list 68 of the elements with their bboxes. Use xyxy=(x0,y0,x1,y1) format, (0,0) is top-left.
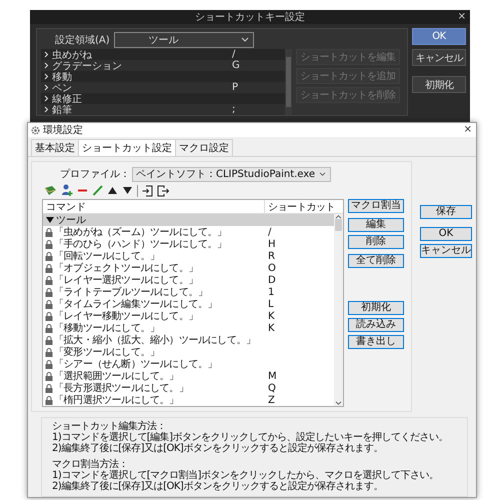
command-row[interactable]: 「ライトテーブルツールにして。」 1 xyxy=(43,286,334,298)
shortcut-row[interactable]: グラデーション G xyxy=(41,60,285,71)
group-row[interactable]: ツール xyxy=(43,214,334,226)
profile-dropdown[interactable]: ペイントソフト：CLIPStudioPaint.exe xyxy=(132,166,331,182)
window-title: 環境設定 xyxy=(43,124,83,137)
dialog-button[interactable]: OK xyxy=(420,227,472,241)
shortcut-row[interactable]: 虫めがね / xyxy=(41,49,285,60)
command-row[interactable]: 「変形ツールにして。」 xyxy=(43,346,334,358)
command-row[interactable]: 「レイヤー選択ツールにして。」 D xyxy=(43,274,334,286)
list-button[interactable]: マクロ割当 xyxy=(348,199,404,213)
shortcut-row[interactable]: ペン P xyxy=(41,82,285,93)
help-text: 1)コマンドを選択して[編集]ボタンをクリックしてから、設定したいキーを押してください。 xyxy=(52,432,450,443)
pencil-icon[interactable] xyxy=(92,185,103,196)
area-label: 設定領域(A) xyxy=(55,34,110,47)
scroll-up-icon[interactable] xyxy=(335,214,342,219)
close-button[interactable]: × xyxy=(462,123,474,137)
list-button[interactable]: 書き出し xyxy=(348,335,404,349)
book-icon[interactable] xyxy=(44,185,57,196)
dialog-button[interactable]: キャンセル xyxy=(420,244,472,258)
command-row[interactable]: 「シアー（せん断）ツールにして。」 xyxy=(43,358,334,370)
command-row[interactable]: 「拡大・縮小（拡大、縮小）ツールにして。」 xyxy=(43,334,334,346)
gear-icon xyxy=(31,126,40,134)
dialog-button[interactable]: OK xyxy=(412,28,466,45)
scroll-down-icon[interactable] xyxy=(335,401,342,406)
command-row[interactable]: 「楕円選択ツールにして。」 Z xyxy=(43,394,334,406)
export-icon[interactable] xyxy=(157,184,169,196)
dialog-button[interactable]: キャンセル xyxy=(412,49,466,66)
command-row[interactable]: 「タイムライン編集ツールにして。」 L xyxy=(43,298,334,310)
area-dropdown[interactable]: ツール xyxy=(114,32,254,48)
list-button[interactable]: 編集 xyxy=(348,218,404,232)
help-text: 2)編集終了後に[保存]又は[OK]ボタンをクリックすると設定が保存されます。 xyxy=(52,481,384,492)
close-button[interactable]: × xyxy=(456,10,468,24)
command-row[interactable]: 「手のひら（ハンド）ツールにして。」 H xyxy=(43,238,334,250)
scrollbar[interactable] xyxy=(334,214,343,406)
chevron-icon xyxy=(240,37,249,43)
up-arrow-icon[interactable] xyxy=(107,186,118,195)
list-button[interactable]: 削除 xyxy=(348,235,404,249)
shortcut-row[interactable]: 鉛筆 ; xyxy=(41,104,285,115)
tab[interactable]: ショートカット設定 xyxy=(78,139,176,156)
chevron-icon xyxy=(319,172,326,176)
import-icon[interactable] xyxy=(142,184,153,196)
list-button[interactable]: 初期化 xyxy=(348,301,404,315)
down-arrow-icon[interactable] xyxy=(122,186,133,195)
help-text: 1)コマンドを選択して[マクロ割当]ボタンをクリックしたから、マクロを選択して下さい。 xyxy=(52,470,440,481)
tab[interactable]: マクロ設定 xyxy=(175,139,233,156)
help-heading: マクロ割当方法： xyxy=(52,459,129,470)
dialog-button[interactable]: 初期化 xyxy=(412,76,466,93)
help-heading: ショートカット編集方法： xyxy=(52,421,167,432)
add-user-icon[interactable] xyxy=(61,184,73,197)
tab[interactable]: 基本設定 xyxy=(31,139,79,156)
column-header[interactable]: ショートカット xyxy=(265,200,336,214)
window-title: ショートカットキー設定 xyxy=(195,10,305,24)
scroll-thumb[interactable] xyxy=(335,219,342,231)
command-row[interactable]: 「長方形選択ツールにして。」 Q xyxy=(43,382,334,394)
command-row[interactable]: 「回転ツールにして。」 R xyxy=(43,250,334,262)
command-row[interactable]: 「オブジェクトツールにして。」 O xyxy=(43,262,334,274)
dialog-button[interactable]: 保存 xyxy=(420,205,472,219)
help-text: 2)編集終了後に[保存]又は[OK]ボタンをクリックすると設定が保存されます。 xyxy=(52,443,384,454)
list-button[interactable]: 全て削除 xyxy=(348,254,404,268)
scrollbar[interactable] xyxy=(285,49,292,115)
list-button[interactable]: 読み込み xyxy=(348,318,404,332)
shortcut-row[interactable]: 線修正 xyxy=(41,93,285,104)
command-row[interactable]: 「選択範囲ツールにして。」 M xyxy=(43,370,334,382)
shortcut-row[interactable]: 移動 xyxy=(41,71,285,82)
command-row[interactable]: 「虫めがね（ズーム）ツールにして。」 / xyxy=(43,226,334,238)
profile-label: プロファイル： xyxy=(60,168,130,181)
command-row[interactable]: 「移動ツールにして。」 K xyxy=(43,322,334,334)
command-row[interactable]: 「レイヤー移動ツールにして。」 K xyxy=(43,310,334,322)
